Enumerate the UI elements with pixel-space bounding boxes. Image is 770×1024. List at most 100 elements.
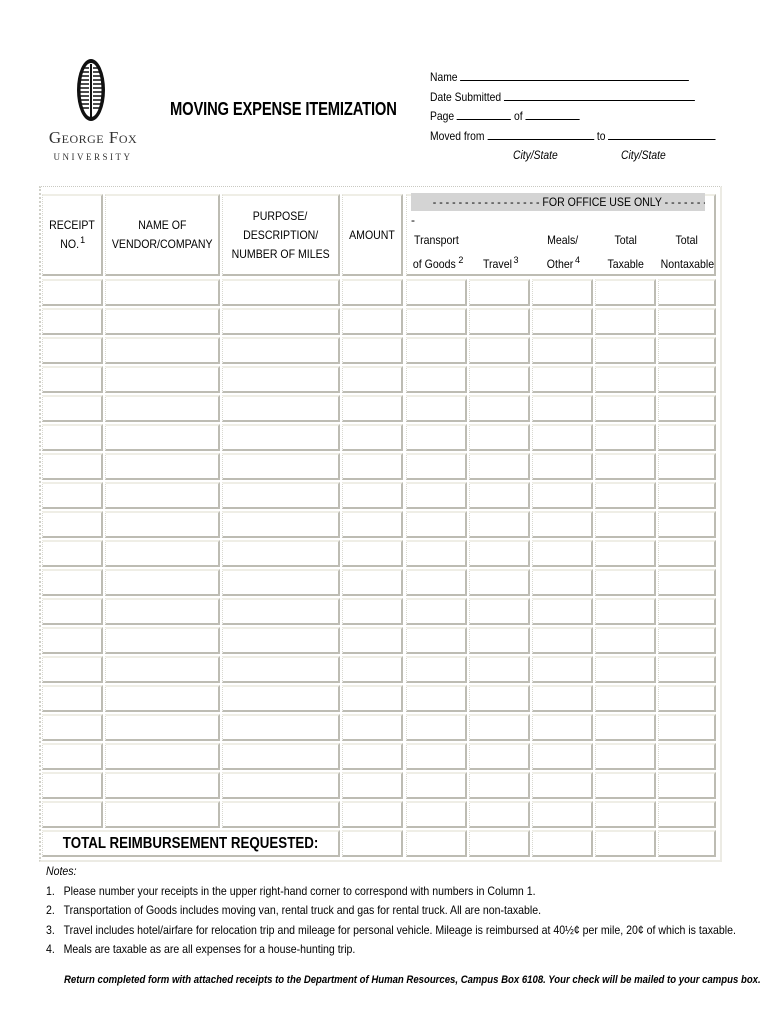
total-nontaxable-input[interactable] bbox=[658, 598, 716, 625]
total-nontaxable-input[interactable] bbox=[658, 714, 716, 741]
total-taxable-input[interactable] bbox=[595, 366, 656, 393]
receipt-number-input[interactable] bbox=[42, 424, 103, 451]
transport-of-goods-input[interactable] bbox=[406, 656, 467, 683]
purpose-description-input[interactable] bbox=[222, 424, 340, 451]
amount-input[interactable] bbox=[342, 569, 403, 596]
total-taxable-input[interactable] bbox=[595, 598, 656, 625]
purpose-description-input[interactable] bbox=[222, 685, 340, 712]
transport-of-goods-input[interactable] bbox=[406, 598, 467, 625]
amount-input[interactable] bbox=[342, 598, 403, 625]
travel-input[interactable] bbox=[469, 598, 530, 625]
vendor-company-input[interactable] bbox=[105, 424, 220, 451]
total-taxable-input[interactable] bbox=[595, 453, 656, 480]
total-taxable-input[interactable] bbox=[595, 482, 656, 509]
receipt-number-input[interactable] bbox=[42, 714, 103, 741]
receipt-number-input[interactable] bbox=[42, 511, 103, 538]
transport-of-goods-input[interactable] bbox=[406, 279, 467, 306]
date-submitted-field[interactable] bbox=[504, 89, 695, 101]
travel-input[interactable] bbox=[469, 424, 530, 451]
meals-other-input[interactable] bbox=[532, 395, 593, 422]
amount-input[interactable] bbox=[342, 656, 403, 683]
vendor-company-input[interactable] bbox=[105, 511, 220, 538]
purpose-description-input[interactable] bbox=[222, 395, 340, 422]
amount-input[interactable] bbox=[342, 424, 403, 451]
transport-of-goods-input[interactable] bbox=[406, 801, 467, 828]
purpose-description-input[interactable] bbox=[222, 540, 340, 567]
receipt-number-input[interactable] bbox=[42, 482, 103, 509]
amount-input[interactable] bbox=[342, 366, 403, 393]
total-taxable-input[interactable] bbox=[595, 279, 656, 306]
transport-of-goods-input[interactable] bbox=[406, 627, 467, 654]
purpose-description-input[interactable] bbox=[222, 743, 340, 770]
name-field[interactable] bbox=[460, 69, 690, 81]
total-meals-other-input[interactable] bbox=[532, 830, 593, 857]
amount-input[interactable] bbox=[342, 395, 403, 422]
total-taxable-input[interactable] bbox=[595, 772, 656, 799]
vendor-company-input[interactable] bbox=[105, 366, 220, 393]
total-nontaxable-input[interactable] bbox=[658, 743, 716, 770]
page-total-field[interactable] bbox=[525, 108, 580, 120]
vendor-company-input[interactable] bbox=[105, 337, 220, 364]
total-nontaxable-input[interactable] bbox=[658, 308, 716, 335]
receipt-number-input[interactable] bbox=[42, 627, 103, 654]
purpose-description-input[interactable] bbox=[222, 772, 340, 799]
purpose-description-input[interactable] bbox=[222, 511, 340, 538]
vendor-company-input[interactable] bbox=[105, 395, 220, 422]
vendor-company-input[interactable] bbox=[105, 772, 220, 799]
transport-of-goods-input[interactable] bbox=[406, 308, 467, 335]
transport-of-goods-input[interactable] bbox=[406, 337, 467, 364]
total-total-nontaxable-input[interactable] bbox=[658, 830, 716, 857]
total-nontaxable-input[interactable] bbox=[658, 395, 716, 422]
meals-other-input[interactable] bbox=[532, 453, 593, 480]
total-nontaxable-input[interactable] bbox=[658, 424, 716, 451]
moved-to-field[interactable] bbox=[608, 128, 716, 140]
vendor-company-input[interactable] bbox=[105, 279, 220, 306]
meals-other-input[interactable] bbox=[532, 743, 593, 770]
vendor-company-input[interactable] bbox=[105, 453, 220, 480]
vendor-company-input[interactable] bbox=[105, 482, 220, 509]
total-nontaxable-input[interactable] bbox=[658, 772, 716, 799]
receipt-number-input[interactable] bbox=[42, 279, 103, 306]
total-taxable-input[interactable] bbox=[595, 685, 656, 712]
receipt-number-input[interactable] bbox=[42, 453, 103, 480]
purpose-description-input[interactable] bbox=[222, 569, 340, 596]
travel-input[interactable] bbox=[469, 482, 530, 509]
vendor-company-input[interactable] bbox=[105, 308, 220, 335]
receipt-number-input[interactable] bbox=[42, 540, 103, 567]
travel-input[interactable] bbox=[469, 714, 530, 741]
total-taxable-input[interactable] bbox=[595, 337, 656, 364]
total-taxable-input[interactable] bbox=[595, 627, 656, 654]
purpose-description-input[interactable] bbox=[222, 366, 340, 393]
travel-input[interactable] bbox=[469, 801, 530, 828]
travel-input[interactable] bbox=[469, 395, 530, 422]
receipt-number-input[interactable] bbox=[42, 569, 103, 596]
receipt-number-input[interactable] bbox=[42, 598, 103, 625]
travel-input[interactable] bbox=[469, 685, 530, 712]
receipt-number-input[interactable] bbox=[42, 656, 103, 683]
vendor-company-input[interactable] bbox=[105, 656, 220, 683]
amount-input[interactable] bbox=[342, 453, 403, 480]
meals-other-input[interactable] bbox=[532, 656, 593, 683]
total-taxable-input[interactable] bbox=[595, 424, 656, 451]
purpose-description-input[interactable] bbox=[222, 308, 340, 335]
vendor-company-input[interactable] bbox=[105, 627, 220, 654]
travel-input[interactable] bbox=[469, 279, 530, 306]
amount-input[interactable] bbox=[342, 714, 403, 741]
meals-other-input[interactable] bbox=[532, 772, 593, 799]
transport-of-goods-input[interactable] bbox=[406, 453, 467, 480]
total-taxable-input[interactable] bbox=[595, 714, 656, 741]
purpose-description-input[interactable] bbox=[222, 627, 340, 654]
amount-input[interactable] bbox=[342, 482, 403, 509]
transport-of-goods-input[interactable] bbox=[406, 569, 467, 596]
travel-input[interactable] bbox=[469, 366, 530, 393]
transport-of-goods-input[interactable] bbox=[406, 540, 467, 567]
purpose-description-input[interactable] bbox=[222, 656, 340, 683]
amount-input[interactable] bbox=[342, 540, 403, 567]
receipt-number-input[interactable] bbox=[42, 685, 103, 712]
receipt-number-input[interactable] bbox=[42, 801, 103, 828]
total-amount-input[interactable] bbox=[342, 830, 403, 857]
receipt-number-input[interactable] bbox=[42, 337, 103, 364]
meals-other-input[interactable] bbox=[532, 279, 593, 306]
vendor-company-input[interactable] bbox=[105, 540, 220, 567]
transport-of-goods-input[interactable] bbox=[406, 772, 467, 799]
